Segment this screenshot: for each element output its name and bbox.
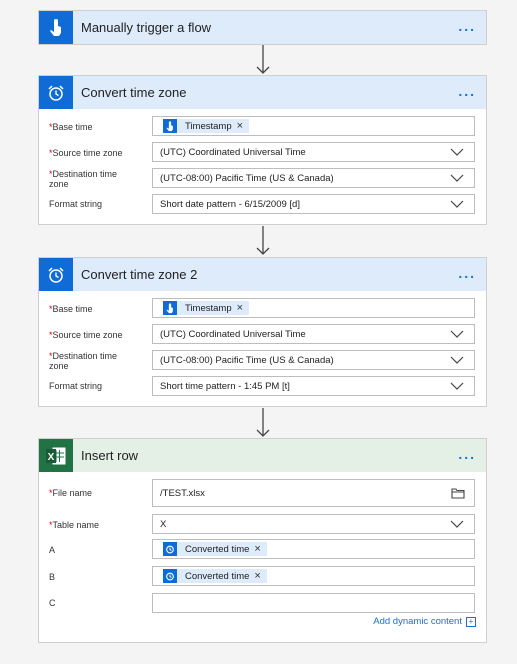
- step-title: Convert time zone 2: [81, 267, 198, 282]
- hand-touch-icon: [39, 11, 73, 44]
- converted-time-token[interactable]: Converted time ×: [163, 542, 267, 556]
- base-time-field[interactable]: Timestamp ×: [152, 298, 475, 318]
- trigger-title: Manually trigger a flow: [81, 20, 212, 35]
- source-time-zone-dropdown[interactable]: (UTC) Coordinated Universal Time: [152, 142, 475, 162]
- source-time-zone-dropdown[interactable]: (UTC) Coordinated Universal Time: [152, 324, 475, 344]
- remove-token-icon[interactable]: ×: [237, 303, 243, 314]
- source-time-zone-label: *Source time zone: [49, 148, 123, 158]
- base-time-field[interactable]: Timestamp ×: [152, 116, 475, 136]
- convert-time-zone-card[interactable]: Convert time zone ... *Base time Timesta…: [38, 75, 487, 225]
- alarm-clock-icon: [39, 258, 73, 291]
- column-c-field[interactable]: [152, 593, 475, 613]
- converted-time-token[interactable]: Converted time ×: [163, 569, 267, 583]
- format-string-label: Format string: [49, 199, 103, 209]
- connector-arrow: [256, 45, 270, 74]
- insert-row-card[interactable]: X Insert row ... *File name /TEST.xlsx *…: [38, 438, 487, 643]
- hand-touch-icon: [163, 301, 177, 315]
- file-name-field[interactable]: /TEST.xlsx: [152, 479, 475, 507]
- svg-text:X: X: [48, 452, 55, 463]
- chevron-down-icon: [450, 520, 464, 528]
- chevron-down-icon: [450, 174, 464, 182]
- source-time-zone-label: *Source time zone: [49, 330, 123, 340]
- step-more-menu[interactable]: ...: [458, 84, 476, 98]
- step-more-menu[interactable]: ...: [458, 266, 476, 280]
- alarm-clock-icon: [163, 542, 177, 556]
- convert-time-zone-2-card[interactable]: Convert time zone 2 ... *Base time Times…: [38, 257, 487, 407]
- folder-icon[interactable]: [451, 487, 465, 499]
- destination-time-zone-dropdown[interactable]: (UTC-08:00) Pacific Time (US & Canada): [152, 168, 475, 188]
- timestamp-token[interactable]: Timestamp ×: [163, 119, 250, 133]
- chevron-down-icon: [450, 200, 464, 208]
- column-c-label: C: [49, 598, 56, 608]
- column-a-label: A: [49, 545, 56, 555]
- step-title: Convert time zone: [81, 85, 187, 100]
- file-name-label: *File name: [49, 488, 93, 498]
- destination-time-zone-label: *Destination time zone: [49, 351, 118, 371]
- table-name-dropdown[interactable]: X: [152, 514, 475, 534]
- step-title: Insert row: [81, 448, 139, 463]
- base-time-label: *Base time: [49, 304, 93, 314]
- connector-arrow: [256, 226, 270, 255]
- add-dynamic-content-link[interactable]: Add dynamic content +: [373, 616, 476, 627]
- trigger-card[interactable]: Manually trigger a flow ...: [38, 10, 487, 45]
- column-b-label: B: [49, 572, 56, 582]
- destination-time-zone-label: *Destination time zone: [49, 169, 118, 189]
- hand-touch-icon: [163, 119, 177, 133]
- column-b-field[interactable]: Converted time ×: [152, 566, 475, 586]
- format-string-dropdown[interactable]: Short date pattern - 6/15/2009 [d]: [152, 194, 475, 214]
- step-more-menu[interactable]: ...: [458, 447, 476, 461]
- format-string-dropdown[interactable]: Short time pattern - 1:45 PM [t]: [152, 376, 475, 396]
- trigger-more-menu[interactable]: ...: [458, 19, 476, 33]
- base-time-label: *Base time: [49, 122, 93, 132]
- remove-token-icon[interactable]: ×: [254, 571, 260, 582]
- alarm-clock-icon: [163, 569, 177, 583]
- remove-token-icon[interactable]: ×: [254, 544, 260, 555]
- column-a-field[interactable]: Converted time ×: [152, 539, 475, 559]
- format-string-label: Format string: [49, 381, 103, 391]
- chevron-down-icon: [450, 382, 464, 390]
- remove-token-icon[interactable]: ×: [237, 121, 243, 132]
- plus-icon: +: [466, 616, 476, 627]
- chevron-down-icon: [450, 330, 464, 338]
- chevron-down-icon: [450, 148, 464, 156]
- timestamp-token[interactable]: Timestamp ×: [163, 301, 250, 315]
- alarm-clock-icon: [39, 76, 73, 109]
- destination-time-zone-dropdown[interactable]: (UTC-08:00) Pacific Time (US & Canada): [152, 350, 475, 370]
- excel-icon: X: [39, 439, 73, 472]
- chevron-down-icon: [450, 356, 464, 364]
- table-name-label: *Table name: [49, 520, 100, 530]
- connector-arrow: [256, 408, 270, 437]
